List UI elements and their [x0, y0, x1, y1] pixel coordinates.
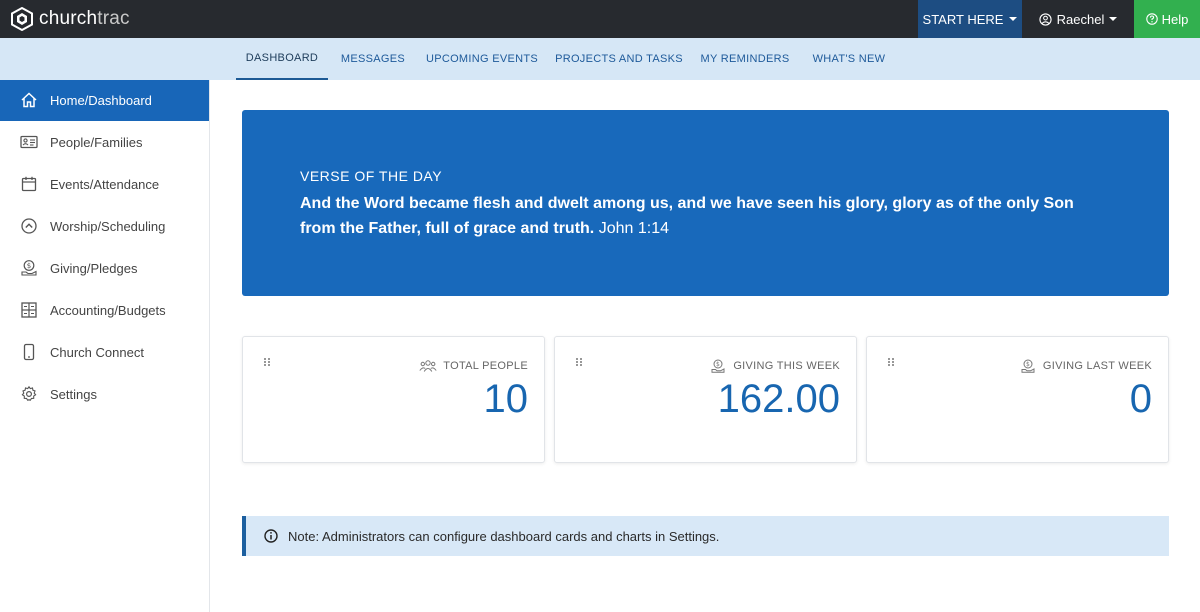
card-value: 162.00	[717, 377, 840, 421]
drag-handle-icon[interactable]	[575, 357, 583, 367]
verse-of-the-day-card: VERSE OF THE DAY And the Word became fle…	[242, 110, 1169, 296]
question-circle-icon	[1145, 13, 1158, 25]
svg-text:$: $	[27, 262, 31, 270]
sidebar-item-settings[interactable]: Settings	[0, 374, 209, 415]
brand-name-bold: church	[39, 8, 98, 29]
sidebar-item-label: Settings	[50, 387, 97, 402]
tab-bar: DASHBOARD MESSAGES UPCOMING EVENTS PROJE…	[0, 38, 1200, 80]
churchtrac-logo-icon	[11, 7, 33, 31]
card-header: TOTAL PEOPLE	[419, 359, 528, 373]
drag-handle-icon[interactable]	[887, 357, 895, 367]
card-header: $ GIVING LAST WEEK	[1019, 359, 1152, 373]
user-menu-button[interactable]: Raechel	[1022, 0, 1134, 38]
card-title: GIVING LAST WEEK	[1042, 360, 1152, 372]
id-card-icon	[20, 135, 38, 149]
sidebar-item-giving-pledges[interactable]: $ Giving/Pledges	[0, 248, 209, 289]
sidebar-item-label: Home/Dashboard	[50, 93, 152, 108]
sidebar-item-label: Accounting/Budgets	[50, 303, 166, 318]
home-icon	[21, 92, 37, 108]
sidebar-item-events-attendance[interactable]: Events/Attendance	[0, 164, 209, 205]
money-hand-icon: $	[21, 260, 37, 276]
start-here-label: START HERE	[922, 11, 1004, 27]
card-title: TOTAL PEOPLE	[443, 360, 528, 372]
help-button[interactable]: Help	[1134, 0, 1200, 38]
sidebar-item-label: People/Families	[50, 135, 143, 150]
phone-icon	[23, 343, 35, 361]
tab-projects-and-tasks[interactable]: PROJECTS AND TASKS	[554, 38, 684, 80]
verse-label: VERSE OF THE DAY	[300, 168, 443, 184]
grid-icon	[21, 302, 37, 318]
calendar-icon	[21, 176, 37, 192]
people-icon	[419, 360, 437, 372]
brand-name: churchtrac	[39, 8, 130, 30]
stat-card-giving-this-week: $ GIVING THIS WEEK 162.00	[554, 336, 857, 463]
top-bar: churchtrac START HERE Raechel Help	[0, 0, 1200, 38]
user-circle-icon	[1039, 12, 1052, 26]
info-circle-icon	[264, 529, 278, 543]
gear-icon	[21, 385, 37, 402]
sidebar-item-home-dashboard[interactable]: Home/Dashboard	[0, 80, 209, 121]
svg-text:$: $	[716, 361, 720, 368]
verse-text: And the Word became flesh and dwelt amon…	[300, 191, 1100, 241]
money-hand-icon: $	[711, 359, 725, 373]
verse-reference: John 1:14	[598, 220, 669, 237]
verse-body: And the Word became flesh and dwelt amon…	[300, 195, 1074, 237]
card-value: 0	[1129, 377, 1152, 421]
sidebar: Home/Dashboard People/Families Events/At…	[0, 80, 210, 612]
tab-dashboard[interactable]: DASHBOARD	[236, 38, 328, 80]
tab-messages[interactable]: MESSAGES	[336, 38, 410, 80]
sidebar-item-worship-scheduling[interactable]: Worship/Scheduling	[0, 206, 209, 247]
sidebar-item-church-connect[interactable]: Church Connect	[0, 332, 209, 373]
sidebar-item-label: Events/Attendance	[50, 177, 160, 192]
card-title: GIVING THIS WEEK	[733, 360, 840, 372]
note-text: Note: Administrators can configure dashb…	[288, 528, 720, 544]
brand-logo[interactable]: churchtrac	[10, 7, 130, 31]
drag-handle-icon[interactable]	[263, 357, 271, 367]
sidebar-item-label: Worship/Scheduling	[50, 219, 166, 234]
brand-name-light: trac	[97, 8, 130, 29]
tab-upcoming-events[interactable]: UPCOMING EVENTS	[424, 38, 540, 80]
help-label: Help	[1161, 11, 1189, 27]
chevron-circle-icon	[21, 218, 37, 234]
stat-card-total-people: TOTAL PEOPLE 10	[242, 336, 545, 463]
tab-whats-new[interactable]: WHAT'S NEW	[806, 38, 892, 80]
sidebar-item-accounting-budgets[interactable]: Accounting/Budgets	[0, 290, 209, 331]
chevron-down-icon	[1109, 17, 1118, 21]
sidebar-item-label: Giving/Pledges	[50, 261, 138, 276]
settings-note: Note: Administrators can configure dashb…	[242, 516, 1169, 556]
user-name: Raechel	[1056, 11, 1105, 27]
sidebar-item-people-families[interactable]: People/Families	[0, 122, 209, 163]
tab-my-reminders[interactable]: MY REMINDERS	[698, 38, 792, 80]
stat-card-giving-last-week: $ GIVING LAST WEEK 0	[866, 336, 1169, 463]
money-hand-icon: $	[1021, 359, 1035, 373]
card-value: 10	[483, 377, 529, 421]
chevron-down-icon	[1009, 17, 1018, 21]
svg-text:$: $	[1026, 361, 1030, 368]
sidebar-item-label: Church Connect	[50, 345, 144, 360]
start-here-button[interactable]: START HERE	[918, 0, 1022, 38]
card-header: $ GIVING THIS WEEK	[709, 359, 840, 373]
